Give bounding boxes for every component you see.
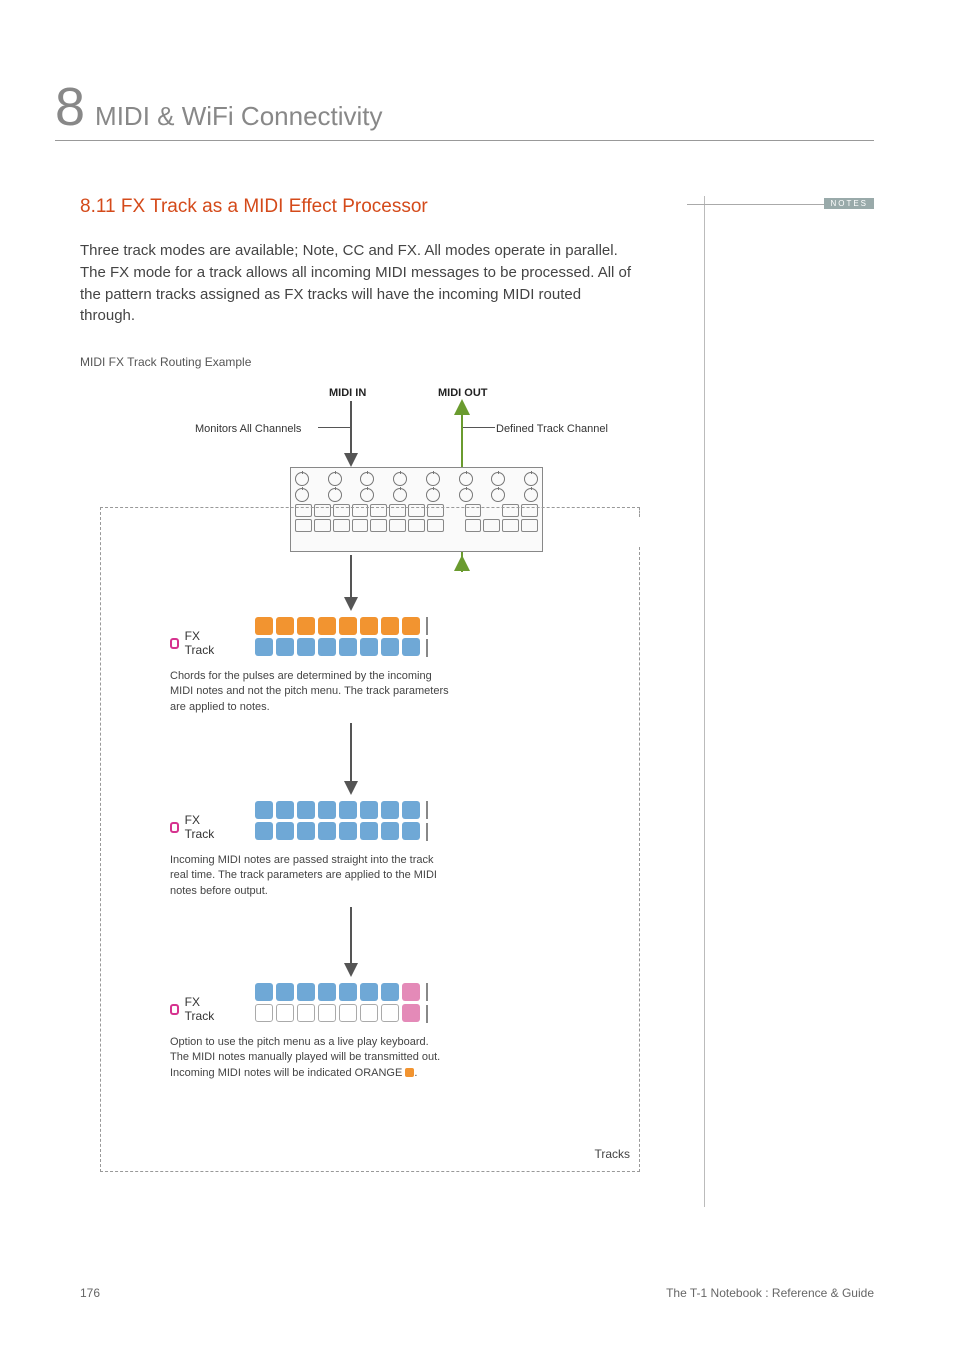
midi-out-label: MIDI OUT <box>438 387 488 399</box>
chapter-header: 8 MIDI & WiFi Connectivity <box>55 80 874 141</box>
fx-track-label: FX Track <box>185 813 217 841</box>
endcap <box>426 801 428 819</box>
section-heading: 8.11 FX Track as a MIDI Effect Processor <box>80 196 674 218</box>
arrow-up-icon <box>454 399 470 415</box>
section-body: Three track modes are available; Note, C… <box>80 240 640 327</box>
arrow-line <box>461 415 463 467</box>
defined-label: Defined Track Channel <box>496 423 608 435</box>
step-grid <box>255 617 420 659</box>
notes-badge: NOTES <box>824 198 874 209</box>
tick <box>318 427 350 428</box>
track-led-icon <box>170 822 179 833</box>
monitors-label: Monitors All Channels <box>195 423 301 435</box>
track-description: Option to use the pitch menu as a live p… <box>170 1035 450 1081</box>
fx-track-label: FX Track <box>185 629 217 657</box>
fx-track-row: FX Track <box>170 629 217 657</box>
tracks-border <box>639 547 640 1172</box>
step-grid <box>255 983 420 1025</box>
track-led-icon <box>170 638 179 649</box>
arrow-down-icon <box>344 453 358 467</box>
tracks-border <box>639 507 640 517</box>
example-label: MIDI FX Track Routing Example <box>80 355 674 369</box>
track-led-icon <box>170 1004 179 1015</box>
arrow-line <box>350 723 352 783</box>
routing-diagram: MIDI IN MIDI OUT Monitors All Channels D… <box>80 387 640 1207</box>
endcap <box>426 639 428 657</box>
step-grid <box>255 801 420 843</box>
fx-track-row: FX Track <box>170 995 217 1023</box>
endcap <box>426 1005 428 1023</box>
fx-track-row: FX Track <box>170 813 217 841</box>
desc3-text-a: Option to use the pitch menu as a live p… <box>170 1036 440 1079</box>
chapter-title: MIDI & WiFi Connectivity <box>95 101 383 132</box>
arrow-down-icon <box>344 781 358 795</box>
arrow-line <box>350 555 352 599</box>
arrow-line <box>350 401 352 455</box>
arrow-up-icon <box>454 555 470 571</box>
arrow-down-icon <box>344 597 358 611</box>
page-footer: 176 The T-1 Notebook : Reference & Guide <box>80 1286 874 1300</box>
page-number: 176 <box>80 1286 100 1300</box>
track-description: Chords for the pulses are determined by … <box>170 669 450 715</box>
arrow-down-icon <box>344 963 358 977</box>
track-description: Incoming MIDI notes are passed straight … <box>170 853 450 899</box>
fx-track-label: FX Track <box>185 995 217 1023</box>
notes-sidebar: NOTES <box>704 196 874 1207</box>
desc3-text-b: . <box>414 1067 417 1079</box>
endcap <box>426 617 428 635</box>
book-title: The T-1 Notebook : Reference & Guide <box>666 1286 874 1300</box>
midi-in-label: MIDI IN <box>329 387 366 399</box>
endcap <box>426 983 428 1001</box>
tracks-label: Tracks <box>594 1147 630 1161</box>
arrow-line <box>350 907 352 965</box>
tick <box>463 427 495 428</box>
endcap <box>426 823 428 841</box>
chapter-number: 8 <box>55 80 85 134</box>
